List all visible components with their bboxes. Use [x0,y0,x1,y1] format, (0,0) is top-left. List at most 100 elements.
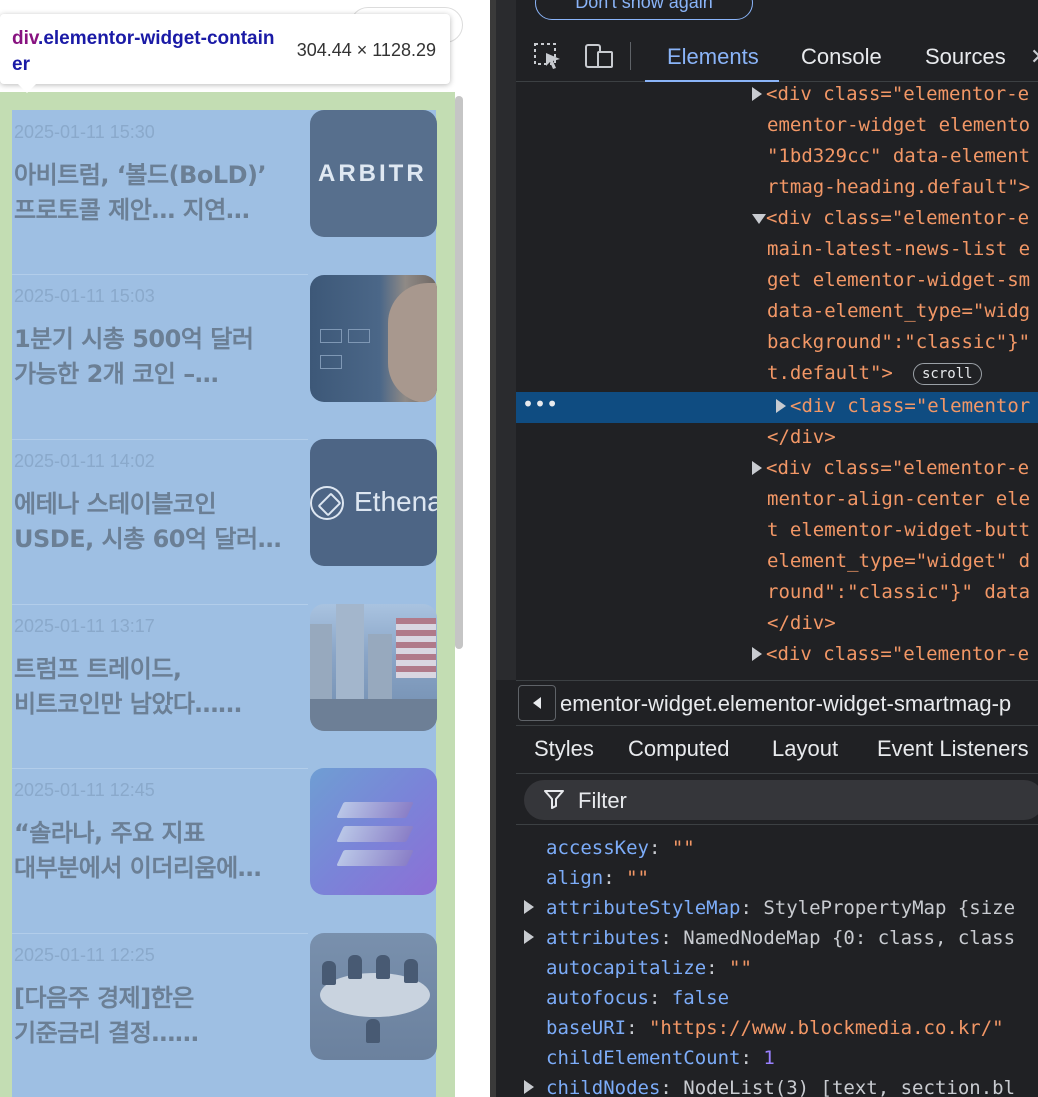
man-portrait-thumbnail[interactable] [310,275,437,402]
tab-console[interactable]: Console [801,44,882,70]
wall-street-thumbnail[interactable] [310,604,437,731]
tab-styles[interactable]: Styles [534,736,594,762]
property-key: align [546,867,604,889]
property-key: attributes [546,927,661,949]
dom-line[interactable]: </div> [516,423,1038,454]
news-date: 2025-01-11 12:45 [14,780,155,800]
crowd [310,699,437,731]
property-row[interactable]: childNodes: NodeList(3) [text, section.b… [516,1071,1038,1097]
dom-line[interactable]: t.default"> scroll [516,359,1038,390]
arbitrum-thumbnail[interactable]: ARBITR [310,110,437,237]
dom-line[interactable]: <div class="elementor-e [516,80,1038,111]
news-title[interactable]: 에테나 스테이블코인 USDE, 시총 60억 달러… [14,487,294,557]
dom-line-text: get elementor-widget-sm [767,269,1031,291]
tab-layout[interactable]: Layout [772,736,838,762]
breadcrumb-scroll-left-button[interactable] [518,685,556,721]
dom-line[interactable]: <div class="elementor-e [516,204,1038,235]
property-row[interactable]: baseURI: "https://www.blockmedia.co.kr/" [516,1011,1038,1041]
properties-list: accessKey: "" align: "" attributeStyleMap:… [516,824,1038,1097]
dom-line-text: </div> [767,426,836,448]
person [404,959,418,983]
news-item[interactable]: 2025-01-11 12:25 [다음주 경제]한은 기준금리 결정…… [12,933,437,1097]
property-row[interactable]: attributes: NamedNodeMap {0: class, clas… [516,921,1038,951]
ethena-thumbnail[interactable]: Ethena [310,439,437,566]
meeting-thumbnail[interactable] [310,933,437,1060]
more-icon[interactable]: ••• [522,392,558,416]
scrollbar-thumb[interactable] [455,96,463,649]
web-page: 2025-01-11 15:30 아비트럼, ‘볼드(BoLD)’ 프로토콜 제안… [0,0,490,1097]
property-row[interactable]: autocapitalize: "" [516,951,1038,981]
dom-line[interactable]: "1bd329cc" data-element [516,142,1038,173]
dom-line[interactable]: element_type="widget" d [516,547,1038,578]
tab-elements[interactable]: Elements [667,44,759,70]
tab-event-listeners[interactable]: Event Listeners [877,736,1029,762]
dom-line[interactable]: <div class="elementor-e [516,640,1038,671]
dom-line[interactable]: data-element_type="widg [516,297,1038,328]
expand-triangle-icon[interactable] [524,1080,534,1094]
news-title[interactable]: “솔라나, 주요 지표 대부분에서 이더리움에… [14,816,294,886]
dom-line[interactable]: background":"classic"}" [516,328,1038,359]
news-title[interactable]: 트럼프 트레이드, 비트코인만 남았다…… [14,652,294,722]
dom-line[interactable]: </div> [516,609,1038,640]
ethena-logo-text: Ethena [354,486,437,517]
property-value: StylePropertyMap {size [763,897,1016,919]
tab-sources[interactable]: Sources [925,44,1006,70]
close-icon[interactable]: ✕ [1030,44,1038,70]
dom-line-text: main-latest-news-list e [767,238,1031,260]
person [348,955,362,979]
property-entry: accessKey: "" [546,837,695,859]
dom-line[interactable]: <div class="elementor-e [516,454,1038,485]
property-entry: childNodes: NodeList(3) [text, section.b… [546,1077,1015,1097]
dom-line-text: t elementor-widget-butt [767,519,1031,541]
expand-triangle-icon[interactable] [524,930,534,944]
breadcrumb-current[interactable]: ementor-widget.elementor-widget-smartmag… [560,691,1011,717]
property-row[interactable]: autofocus: false [516,981,1038,1011]
dom-node-selected[interactable]: ••• <div class="elementor [516,392,1038,423]
device-toolbar-icon[interactable] [584,43,613,69]
filter-input[interactable]: Filter [524,780,1038,820]
dom-line[interactable]: t elementor-widget-butt [516,516,1038,547]
solana-thumbnail[interactable] [310,768,437,895]
expand-triangle-icon[interactable] [752,647,762,661]
property-separator: : [626,1017,649,1039]
property-row[interactable]: attributeStyleMap: StylePropertyMap {siz… [516,891,1038,921]
news-title[interactable]: 아비트럼, ‘볼드(BoLD)’ 프로토콜 제안… 지연… [14,158,294,228]
dom-line-text: "1bd329cc" data-element [767,145,1031,167]
scroll-badge[interactable]: scroll [913,363,982,385]
news-title[interactable]: 1분기 시총 500억 달러 가능한 2개 코인 –… [14,322,294,392]
dom-line[interactable]: get elementor-widget-sm [516,266,1038,297]
property-value: NodeList(3) [text, section.bl [683,1077,1016,1097]
property-row[interactable]: accessKey: "" [516,831,1038,861]
dom-line-text: <div class="elementor-e [766,83,1030,105]
dom-line[interactable]: ementor-widget elemento [516,111,1038,142]
person [322,961,336,985]
news-title[interactable]: [다음주 경제]한은 기준금리 결정…… [14,981,294,1051]
expand-triangle-icon[interactable] [776,399,786,413]
news-date: 2025-01-11 13:17 [14,616,155,636]
property-row[interactable]: align: "" [516,861,1038,891]
news-item[interactable]: 2025-01-11 13:17 트럼프 트레이드, 비트코인만 남았다…… [12,604,437,769]
dom-line[interactable]: main-latest-news-list e [516,235,1038,266]
dom-line[interactable]: mentor-align-center ele [516,485,1038,516]
elementor-widget-container-highlight: 2025-01-11 15:30 아비트럼, ‘볼드(BoLD)’ 프로토콜 제안… [0,92,455,1097]
property-row[interactable]: childElementCount: 1 [516,1041,1038,1071]
collapse-triangle-icon[interactable] [752,214,766,224]
dom-line[interactable]: round":"classic"}" data [516,578,1038,609]
screen-box [348,329,370,343]
expand-triangle-icon[interactable] [752,461,762,475]
dom-line-text: round":"classic"}" data [767,581,1031,603]
dom-line-text: mentor-align-center ele [767,488,1031,510]
arbitrum-logo-text: ARBITR [318,160,427,187]
property-separator: : [706,957,730,979]
news-item[interactable]: 2025-01-11 15:30 아비트럼, ‘볼드(BoLD)’ 프로토콜 제안… [12,110,437,275]
news-item[interactable]: 2025-01-11 14:02 에테나 스테이블코인 USDE, 시총 60억 … [12,439,437,604]
tab-computed[interactable]: Computed [628,736,730,762]
news-item[interactable]: 2025-01-11 15:03 1분기 시총 500억 달러 가능한 2개 코인… [12,274,437,439]
dont-show-again-button[interactable]: Don't show again [535,0,753,20]
expand-triangle-icon[interactable] [524,900,534,914]
tooltip-element-size: 304.44 × 1128.29 [296,40,436,60]
expand-triangle-icon[interactable] [752,87,762,101]
inspect-element-icon[interactable] [534,43,562,69]
dom-line[interactable]: rtmag-heading.default"> [516,173,1038,204]
news-item[interactable]: 2025-01-11 12:45 “솔라나, 주요 지표 대부분에서 이더리움에… [12,768,437,933]
